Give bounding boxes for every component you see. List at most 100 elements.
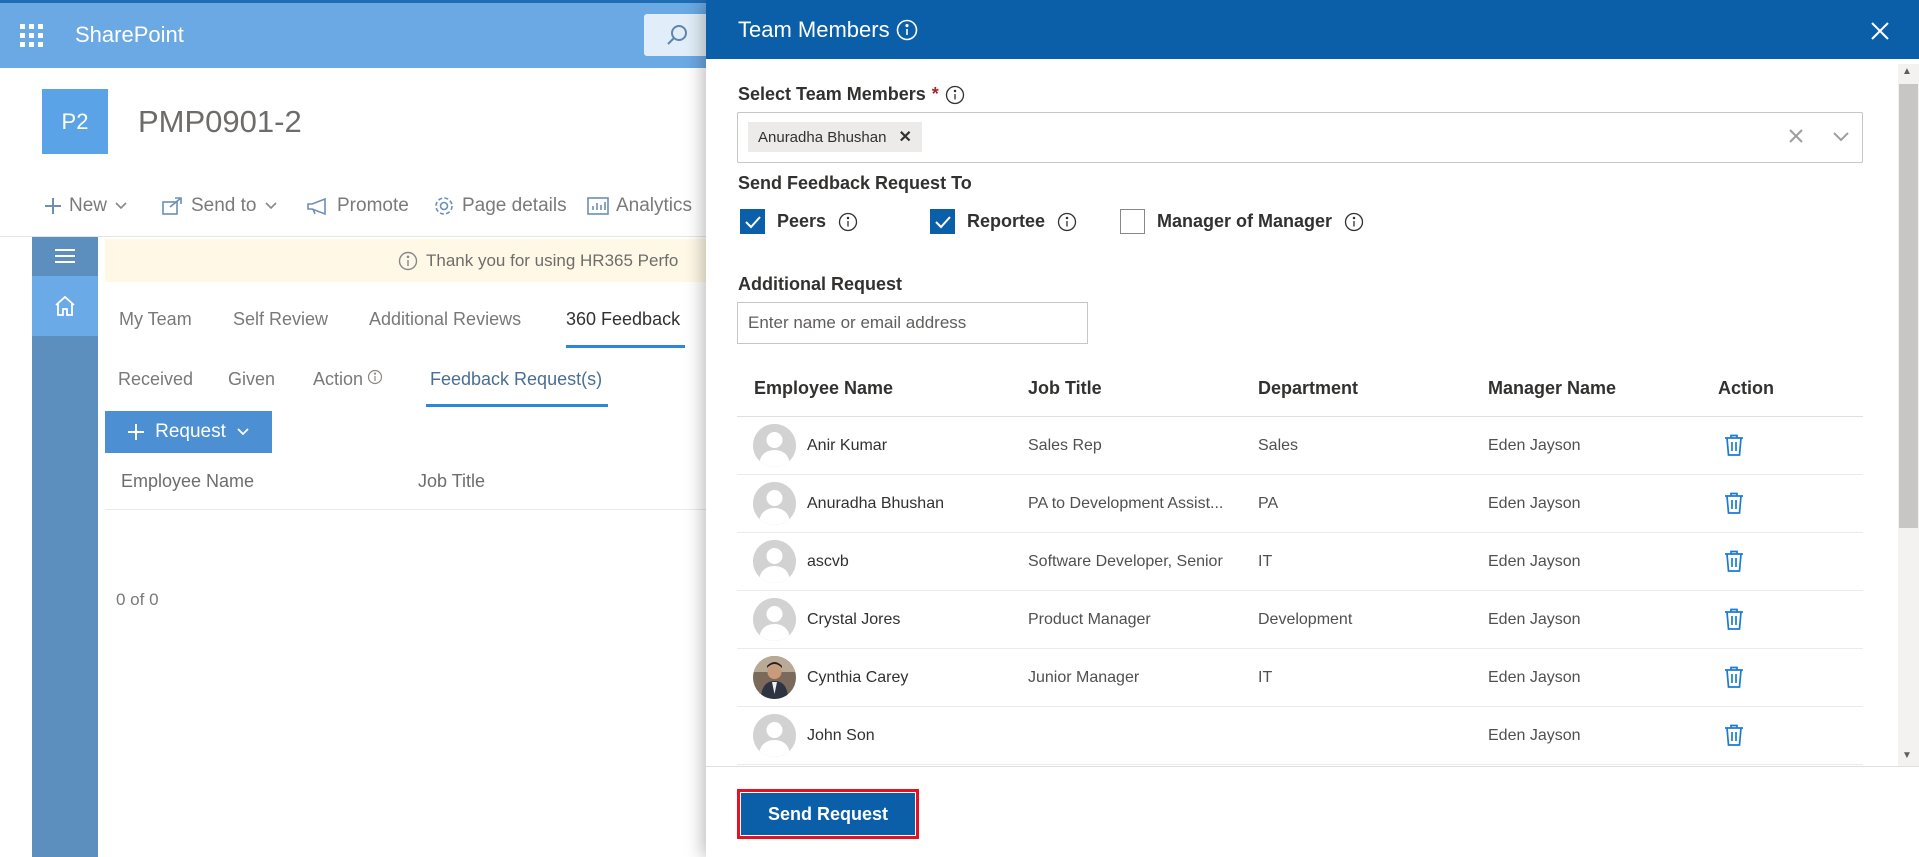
avatar	[753, 656, 796, 699]
delete-icon[interactable]	[1723, 549, 1745, 573]
chip-label: Anuradha Bhushan	[758, 128, 887, 146]
avatar	[753, 714, 796, 757]
employee-name: Cynthia Carey	[807, 669, 909, 686]
send-request-button[interactable]: Send Request	[741, 793, 915, 835]
new-label: New	[69, 195, 108, 216]
tab-my-team[interactable]: My Team	[119, 309, 192, 330]
panel-title-text: Team Members	[738, 17, 890, 42]
request-button[interactable]: Request	[105, 411, 272, 453]
peers-checkbox[interactable]: Peers	[740, 209, 858, 234]
scrollbar-thumb[interactable]	[1899, 84, 1918, 528]
checkbox-checked-icon[interactable]	[930, 209, 955, 234]
analytics-button[interactable]: Analytics	[587, 186, 692, 226]
checkbox-checked-icon[interactable]	[740, 209, 765, 234]
brand-name[interactable]: SharePoint	[75, 22, 184, 48]
tab-additional-reviews[interactable]: Additional Reviews	[369, 309, 521, 330]
employee-name: Anuradha Bhushan	[807, 495, 944, 512]
info-icon[interactable]	[945, 85, 965, 105]
checkbox-unchecked-icon[interactable]	[1120, 209, 1145, 234]
command-bar-divider	[0, 236, 720, 237]
avatar	[753, 540, 796, 583]
delete-icon[interactable]	[1723, 665, 1745, 689]
header-manager-name: Manager Name	[1488, 378, 1617, 398]
table-row: ascvb Software Developer, Senior IT Eden Ja…	[737, 533, 1863, 591]
reportee-checkbox[interactable]: Reportee	[930, 209, 1077, 234]
manager-of-manager-checkbox[interactable]: Manager of Manager	[1120, 209, 1364, 234]
active-subtab-indicator	[426, 404, 608, 407]
banner-text: Thank you for using HR365 Perfo	[426, 251, 679, 270]
banner-message: Thank you for using HR365 Perfo	[398, 251, 678, 271]
subtab-received[interactable]: Received	[118, 369, 193, 390]
table-row: John Son Eden Jayson	[737, 707, 1863, 765]
manager-name: Eden Jayson	[1488, 437, 1581, 454]
delete-icon[interactable]	[1723, 723, 1745, 747]
scroll-down-arrow-icon[interactable]: ▼	[1902, 750, 1912, 761]
close-icon[interactable]	[1867, 18, 1893, 44]
subtab-given[interactable]: Given	[228, 369, 275, 390]
employee-name: ascvb	[807, 553, 849, 570]
bg-table-divider	[105, 509, 725, 510]
chip-remove-icon[interactable]: ✕	[898, 127, 911, 147]
analytics-label: Analytics	[616, 195, 693, 216]
request-label: Request	[155, 421, 226, 442]
department: IT	[1258, 553, 1273, 570]
subtab-action-label: Action	[313, 369, 364, 389]
promote-label: Promote	[337, 195, 409, 216]
chevron-down-icon	[114, 201, 128, 211]
job-title: Sales Rep	[1028, 437, 1102, 454]
info-icon[interactable]	[896, 19, 918, 41]
result-count: 0 of 0	[116, 590, 159, 609]
subtab-action[interactable]: Action	[313, 369, 383, 390]
employee-name: Anir Kumar	[807, 437, 888, 454]
page-details-label: Page details	[462, 195, 567, 216]
manager-name: Eden Jayson	[1488, 495, 1581, 512]
command-bar: New Send to Promote Page details Analyti…	[0, 186, 720, 226]
new-button[interactable]: New	[44, 186, 128, 226]
clear-selection-icon[interactable]	[1786, 126, 1806, 146]
table-row: Crystal Jores Product Manager Development E…	[737, 591, 1863, 649]
delete-icon[interactable]	[1723, 433, 1745, 457]
site-title[interactable]: PMP0901-2	[138, 104, 302, 140]
tab-360-feedback[interactable]: 360 Feedback	[566, 309, 680, 330]
page-details-button[interactable]: Page details	[433, 186, 567, 226]
home-icon[interactable]	[32, 276, 98, 336]
avatar	[753, 424, 796, 467]
info-icon[interactable]	[838, 212, 858, 232]
additional-request-input[interactable]	[737, 302, 1088, 344]
share-icon	[162, 196, 184, 216]
header-action: Action	[1718, 378, 1774, 398]
header-department: Department	[1258, 378, 1359, 398]
hamburger-menu-icon[interactable]	[32, 237, 98, 275]
job-title: PA to Development Assist...	[1028, 495, 1224, 512]
send-to-label: Send to	[191, 195, 257, 216]
department: PA	[1258, 495, 1279, 512]
avatar	[753, 598, 796, 641]
send-to-button[interactable]: Send to	[162, 186, 278, 226]
additional-request-label: Additional Request	[738, 274, 903, 294]
chevron-down-icon[interactable]	[1831, 126, 1851, 146]
info-icon[interactable]	[1344, 212, 1364, 232]
job-title: Product Manager	[1028, 611, 1151, 628]
info-icon	[367, 369, 383, 390]
manager-name: Eden Jayson	[1488, 611, 1581, 628]
select-label-text: Select Team Members	[738, 84, 926, 104]
footer-divider	[706, 766, 1919, 767]
manager-name: Eden Jayson	[1488, 553, 1581, 570]
scroll-up-arrow-icon[interactable]: ▲	[1902, 66, 1912, 77]
table-row: Anuradha Bhushan PA to Development Assist…	[737, 475, 1863, 533]
header-job-title: Job Title	[1028, 378, 1102, 398]
manager-name: Eden Jayson	[1488, 727, 1581, 744]
employee-name: Crystal Jores	[807, 611, 901, 628]
manager-of-manager-label: Manager of Manager	[1157, 211, 1333, 231]
delete-icon[interactable]	[1723, 607, 1745, 631]
app-launcher-icon[interactable]	[18, 22, 46, 50]
promote-button[interactable]: Promote	[306, 186, 409, 226]
department: IT	[1258, 669, 1273, 686]
gear-icon	[433, 195, 455, 217]
site-logo[interactable]: P2	[42, 89, 108, 154]
delete-icon[interactable]	[1723, 491, 1745, 515]
table-row: Anir Kumar Sales Rep Sales Eden Jayson	[737, 417, 1863, 475]
info-icon[interactable]	[1057, 212, 1077, 232]
subtab-feedback-requests[interactable]: Feedback Request(s)	[430, 369, 602, 390]
tab-self-review[interactable]: Self Review	[233, 309, 328, 330]
